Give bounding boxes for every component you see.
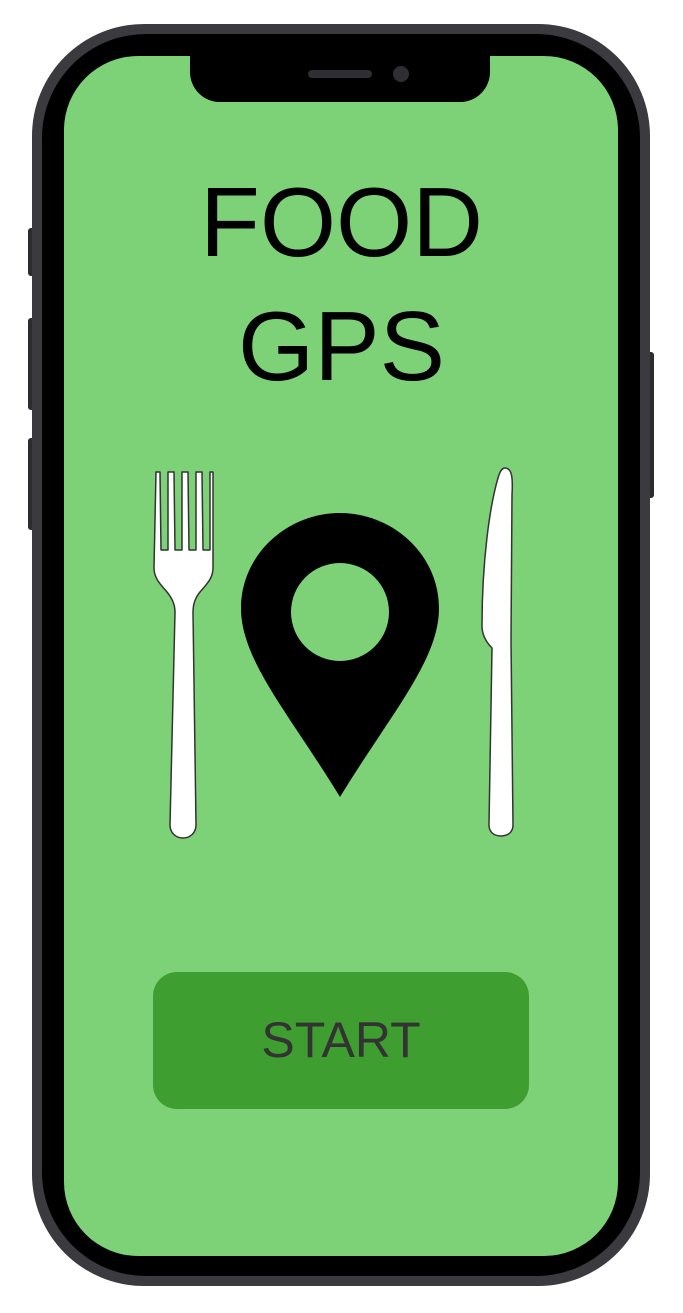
fork-icon [153,471,214,839]
knife-icon [481,467,514,837]
front-camera [393,66,409,82]
start-button[interactable]: START [153,972,529,1109]
map-pin-icon [241,513,439,797]
logo-illustration [153,467,514,839]
speaker-grille [308,70,372,78]
notch [190,40,490,102]
phone-mockup: FOOD GPS START [0,0,683,1313]
